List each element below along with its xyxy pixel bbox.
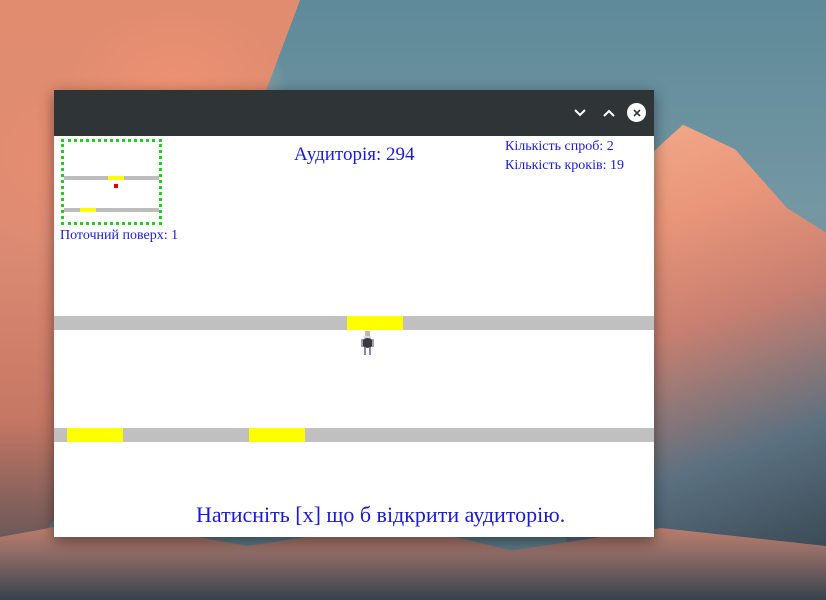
player-sprite <box>356 329 380 357</box>
game-canvas[interactable]: Аудиторія: 294 Кількість спроб: 2 Кількі… <box>54 136 654 537</box>
minimap-floor-lower <box>64 208 159 212</box>
close-icon <box>632 105 641 119</box>
chevron-up-icon <box>603 105 615 121</box>
classroom-door <box>67 428 123 442</box>
minimize-button[interactable] <box>570 103 590 123</box>
window-titlebar[interactable] <box>54 90 654 136</box>
current-floor-label: Поточний поверх: 1 <box>60 228 179 243</box>
corridor-floor-lower <box>54 428 654 442</box>
minimap-door <box>80 208 96 212</box>
action-hint: Натисніть [x] що б відкрити аудиторію. <box>196 502 566 527</box>
classroom-door <box>347 316 403 330</box>
classroom-door <box>249 428 305 442</box>
close-button[interactable] <box>627 103 646 122</box>
minimap-player-marker <box>114 184 118 188</box>
steps-counter: Кількість кроків: 19 <box>505 158 624 173</box>
chevron-down-icon <box>574 105 586 121</box>
game-window: Аудиторія: 294 Кількість спроб: 2 Кількі… <box>54 90 654 537</box>
minimap <box>61 139 162 225</box>
room-number-label: Аудиторія: 294 <box>294 144 415 165</box>
maximize-button[interactable] <box>599 103 619 123</box>
attempts-counter: Кількість спроб: 2 <box>505 139 614 154</box>
minimap-door <box>108 176 124 180</box>
